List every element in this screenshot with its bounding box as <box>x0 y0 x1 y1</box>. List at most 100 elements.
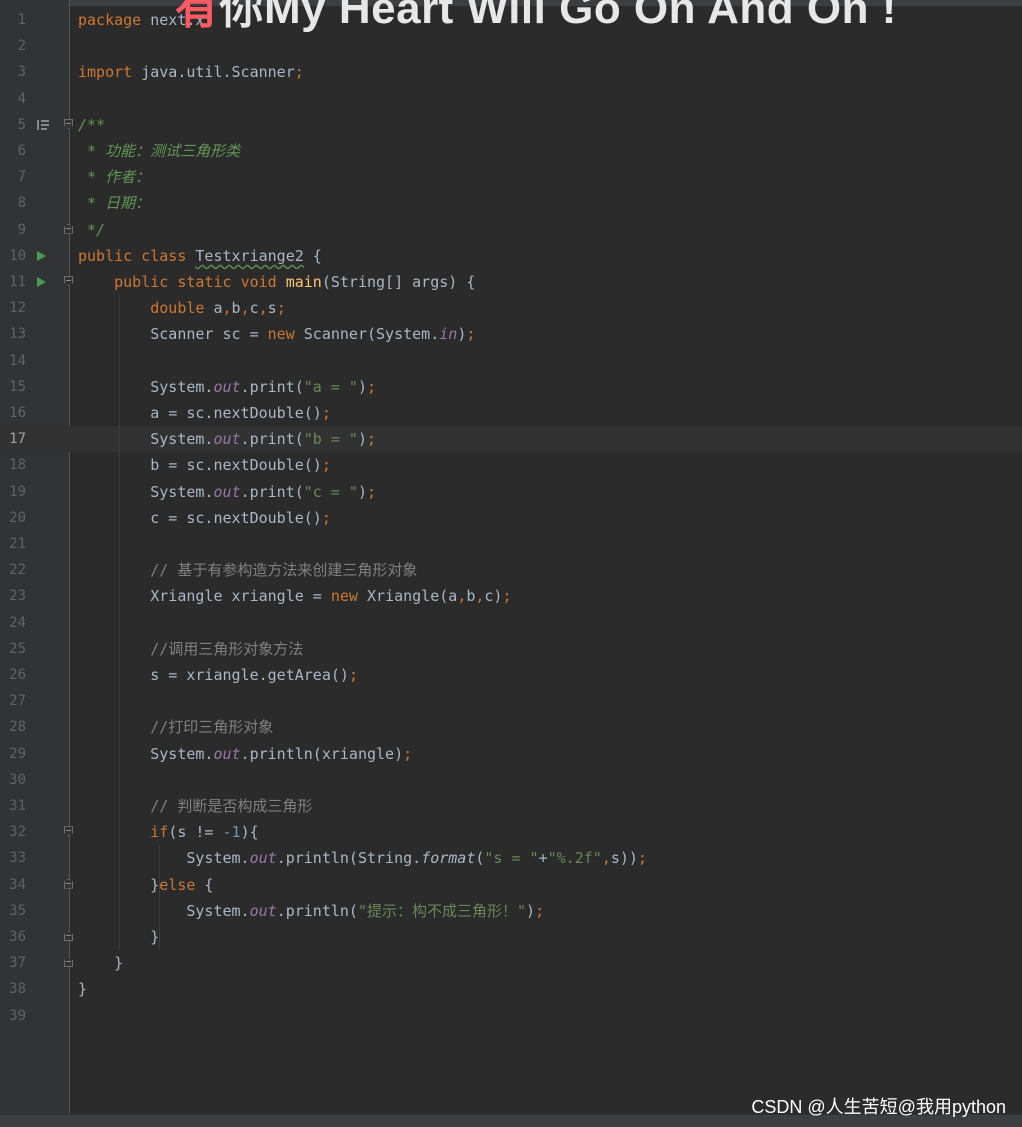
render-doc-icon[interactable] <box>37 119 49 130</box>
fold-toggle-icon[interactable] <box>64 957 73 968</box>
code-text[interactable]: System.out.print("c = "); <box>78 479 376 505</box>
code-text[interactable]: } <box>78 976 87 1002</box>
line-number: 1 <box>17 12 26 28</box>
code-line-26[interactable]: 26 s = xriangle.getArea(); <box>0 662 1022 688</box>
code-line-13[interactable]: 13 Scanner sc = new Scanner(System.in); <box>0 321 1022 347</box>
code-text[interactable]: * 功能：测试三角形类 <box>78 138 240 164</box>
code-text[interactable]: * 作者： <box>78 164 150 190</box>
line-number: 27 <box>9 693 26 710</box>
code-line-5[interactable]: 5 /** <box>0 112 1022 138</box>
line-number: 31 <box>9 798 26 814</box>
code-line-32[interactable]: 32 if(s != -1){ <box>0 819 1022 845</box>
code-line-34[interactable]: 34 }else { <box>0 872 1022 898</box>
code-text[interactable]: b = sc.nextDouble(); <box>78 452 331 478</box>
code-line-9[interactable]: 9 */ <box>0 217 1022 243</box>
code-text[interactable]: public class Testxriange2 { <box>78 243 322 269</box>
code-line-20[interactable]: 20 c = sc.nextDouble(); <box>0 505 1022 531</box>
code-line-7[interactable]: 7 * 作者： <box>0 164 1022 190</box>
line-number: 20 <box>9 509 26 526</box>
code-line-15[interactable]: 15 System.out.print("a = "); <box>0 374 1022 400</box>
code-text[interactable]: System.out.print("b = "); <box>78 426 376 452</box>
code-text[interactable]: * 日期： <box>78 190 150 216</box>
line-number: 35 <box>9 902 26 919</box>
line-number: 4 <box>17 90 26 107</box>
code-text[interactable]: double a,b,c,s; <box>78 295 285 321</box>
code-line-4[interactable]: 4 <box>0 86 1022 112</box>
code-line-29[interactable]: 29 System.out.println(xriangle); <box>0 741 1022 767</box>
line-number: 22 <box>9 562 26 579</box>
fold-toggle-icon[interactable] <box>64 118 73 129</box>
code-line-8[interactable]: 8 * 日期： <box>0 190 1022 216</box>
code-line-17[interactable]: 17 System.out.print("b = "); <box>0 426 1022 453</box>
code-line-2[interactable]: 2 <box>0 33 1022 59</box>
code-text[interactable]: System.out.println("提示：构不成三角形！"); <box>78 898 544 924</box>
line-number: 38 <box>9 981 26 998</box>
code-text[interactable]: //打印三角形对象 <box>78 714 273 740</box>
code-text[interactable]: // 基于有参构造方法来创建三角形对象 <box>78 557 417 583</box>
fold-toggle-icon[interactable] <box>64 826 73 837</box>
code-line-3[interactable]: 3 import java.util.Scanner; <box>0 59 1022 85</box>
code-line-14[interactable]: 14 <box>0 348 1022 374</box>
code-line-16[interactable]: 16 a = sc.nextDouble(); <box>0 400 1022 426</box>
line-number: 2 <box>17 38 26 55</box>
line-number: 19 <box>9 483 26 500</box>
line-number: 10 <box>9 247 26 264</box>
code-line-37[interactable]: 37 } <box>0 950 1022 976</box>
line-number: 12 <box>9 300 26 317</box>
code-line-39[interactable]: 39 <box>0 1003 1022 1029</box>
code-line-21[interactable]: 21 <box>0 531 1022 557</box>
line-number: 30 <box>9 771 26 788</box>
run-gutter-icon[interactable] <box>37 277 46 287</box>
code-line-18[interactable]: 18 b = sc.nextDouble(); <box>0 452 1022 478</box>
code-text[interactable]: System.out.println(String.format("s = "+… <box>78 845 647 871</box>
fold-toggle-icon[interactable] <box>64 276 73 286</box>
line-number: 32 <box>9 824 26 841</box>
code-line-23[interactable]: 23 Xriangle xriangle = new Xriangle(a,b,… <box>0 583 1022 609</box>
code-text[interactable]: // 判断是否构成三角形 <box>78 793 312 819</box>
code-text[interactable]: Xriangle xriangle = new Xriangle(a,b,c); <box>78 583 511 609</box>
line-number: 34 <box>9 876 26 893</box>
code-line-38[interactable]: 38} <box>0 976 1022 1002</box>
code-line-10[interactable]: 10 public class Testxriange2 { <box>0 243 1022 269</box>
code-text[interactable]: System.out.print("a = "); <box>78 374 376 400</box>
code-text[interactable]: c = sc.nextDouble(); <box>78 505 331 531</box>
code-line-12[interactable]: 12 double a,b,c,s; <box>0 295 1022 321</box>
code-text[interactable]: //调用三角形对象方法 <box>78 636 303 662</box>
code-editor[interactable]: 1 package next.x; 2 3 import java.util.Scann… <box>0 0 1022 1127</box>
code-line-25[interactable]: 25 //调用三角形对象方法 <box>0 636 1022 662</box>
code-line-11[interactable]: 11 public static void main(String[] args… <box>0 269 1022 295</box>
fold-toggle-icon[interactable] <box>64 223 73 234</box>
line-number: 7 <box>17 169 26 186</box>
code-text[interactable]: }else { <box>78 872 213 898</box>
code-text[interactable]: Scanner sc = new Scanner(System.in); <box>78 321 475 347</box>
code-line-36[interactable]: 36 } <box>0 924 1022 950</box>
code-text[interactable]: public static void main(String[] args) { <box>78 269 475 295</box>
code-line-19[interactable]: 19 System.out.print("c = "); <box>0 479 1022 505</box>
code-text[interactable]: } <box>78 950 123 976</box>
code-text[interactable]: */ <box>78 217 105 243</box>
line-number: 14 <box>9 352 26 369</box>
run-gutter-icon[interactable] <box>37 250 46 261</box>
fold-toggle-icon[interactable] <box>64 878 73 889</box>
line-number: 5 <box>17 116 26 133</box>
code-line-6[interactable]: 6 * 功能：测试三角形类 <box>0 138 1022 164</box>
line-number: 6 <box>17 143 26 159</box>
code-text[interactable]: if(s != -1){ <box>78 819 258 845</box>
code-line-30[interactable]: 30 <box>0 767 1022 793</box>
fold-toggle-icon[interactable] <box>64 931 73 941</box>
indent-guide <box>159 845 160 898</box>
code-text[interactable]: System.out.println(xriangle); <box>78 741 412 767</box>
code-text[interactable]: a = sc.nextDouble(); <box>78 400 331 426</box>
code-line-27[interactable]: 27 <box>0 688 1022 714</box>
code-line-28[interactable]: 28 //打印三角形对象 <box>0 714 1022 740</box>
line-number: 37 <box>9 955 26 972</box>
line-number: 36 <box>9 929 26 945</box>
code-line-24[interactable]: 24 <box>0 610 1022 636</box>
code-line-33[interactable]: 33 System.out.println(String.format("s =… <box>0 845 1022 871</box>
code-line-22[interactable]: 22 // 基于有参构造方法来创建三角形对象 <box>0 557 1022 583</box>
indent-guide <box>119 295 120 951</box>
code-line-35[interactable]: 35 System.out.println("提示：构不成三角形！"); <box>0 898 1022 924</box>
code-text[interactable]: /** <box>78 112 105 138</box>
code-line-31[interactable]: 31 // 判断是否构成三角形 <box>0 793 1022 819</box>
code-text[interactable]: import java.util.Scanner; <box>78 59 304 85</box>
